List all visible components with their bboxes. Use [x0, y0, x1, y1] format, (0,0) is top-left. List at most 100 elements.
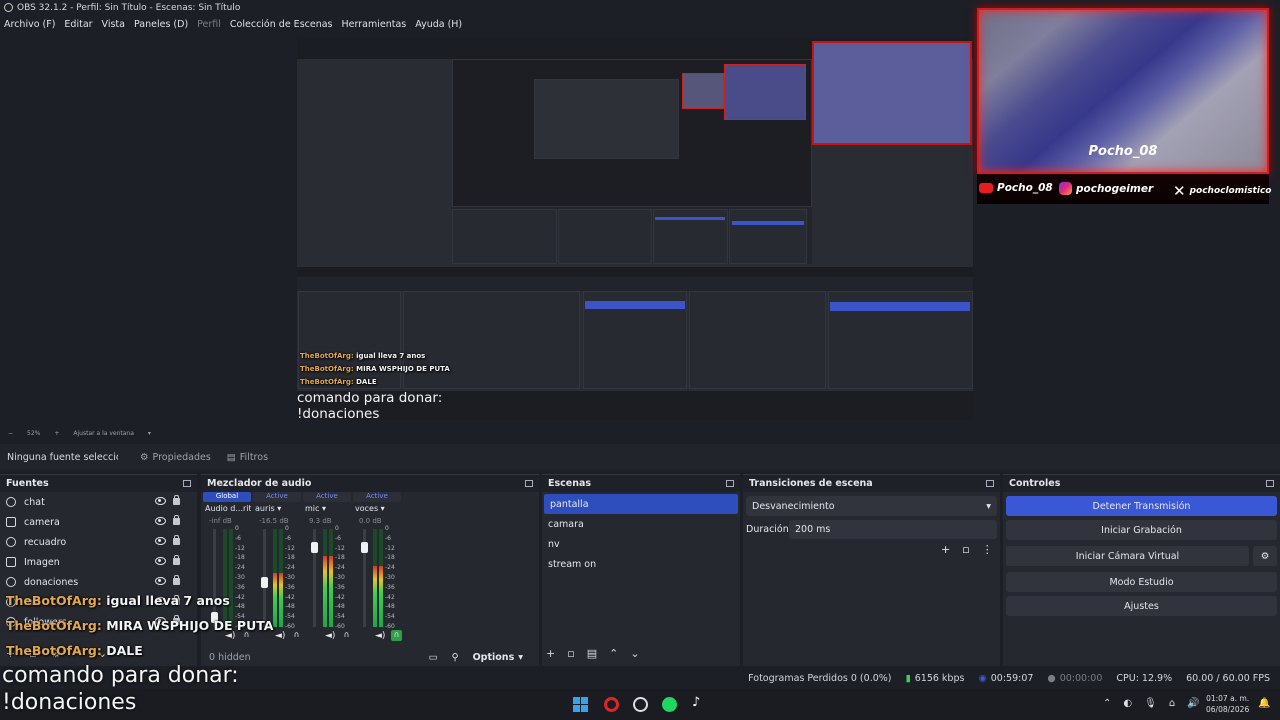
options-button[interactable]: Options — [473, 652, 515, 663]
spotify-icon[interactable] — [662, 697, 677, 712]
chevron-up-icon[interactable]: ⌃ — [1103, 698, 1111, 709]
windows-start-icon[interactable] — [573, 697, 588, 712]
source-item[interactable]: chat — [0, 492, 197, 512]
menu-editar[interactable]: Editar — [64, 19, 92, 30]
channel-name[interactable]: voces ▾ — [355, 504, 401, 513]
meter-tick: -12 — [335, 544, 345, 552]
mixer-tab[interactable]: Global — [203, 492, 251, 502]
filters-button[interactable]: ▤ Filtros — [227, 452, 268, 463]
meter-tick: -24 — [235, 564, 245, 572]
mixer-tab[interactable]: Active — [303, 492, 351, 502]
menu-perfil[interactable]: Perfil — [197, 19, 221, 30]
zoom-out-button[interactable]: − — [8, 430, 13, 437]
browser-icon — [6, 537, 16, 547]
studio-mode-button[interactable]: Modo Estudio — [1006, 572, 1277, 592]
channel-name[interactable]: mic ▾ — [305, 504, 351, 513]
more-icon[interactable]: ⋮ — [982, 543, 993, 556]
meter-tick: -24 — [285, 564, 295, 572]
opera-icon[interactable] — [604, 697, 619, 712]
menu-ayuda[interactable]: Ayuda (H) — [415, 19, 462, 30]
eye-icon[interactable] — [155, 577, 166, 585]
link-icon[interactable]: ⚲ — [452, 652, 459, 663]
scene-item[interactable]: pantalla — [544, 494, 738, 514]
menu-herramientas[interactable]: Herramientas — [342, 19, 407, 30]
volume-icon[interactable]: 🔊 — [1187, 698, 1199, 709]
speaker-icon[interactable]: ◄) — [375, 631, 385, 641]
volume-slider-handle[interactable] — [261, 576, 268, 588]
lock-icon[interactable] — [173, 495, 180, 505]
undock-icon[interactable] — [525, 480, 533, 487]
eye-icon[interactable] — [155, 517, 166, 525]
menu-paneles[interactable]: Paneles (D) — [134, 19, 188, 30]
meter-tick: -18 — [385, 554, 395, 562]
obs-icon[interactable] — [633, 697, 648, 712]
lock-icon[interactable] — [173, 575, 180, 585]
menu-vista[interactable]: Vista — [102, 19, 125, 30]
stream-preview[interactable]: TheBotOfArg: igual lleva 7 anos TheBotOf… — [297, 37, 973, 420]
undock-icon[interactable] — [726, 480, 734, 487]
tray-app-icon[interactable]: ◐ — [1123, 698, 1132, 709]
chevron-down-icon[interactable]: ⌄ — [630, 647, 639, 660]
gear-icon[interactable]: ⚙ — [1253, 546, 1277, 566]
eye-icon[interactable] — [155, 497, 166, 505]
trash-icon[interactable]: ▫ — [567, 647, 574, 660]
channel-name[interactable]: auris ▾ — [255, 504, 301, 513]
lock-icon[interactable] — [173, 535, 180, 545]
source-item[interactable]: Imagen — [0, 552, 197, 572]
source-item[interactable]: camera — [0, 512, 197, 532]
network-icon[interactable]: ⌂ — [1169, 698, 1175, 709]
speaker-icon[interactable]: ◄) — [275, 631, 285, 641]
volume-slider-handle[interactable] — [311, 542, 318, 554]
stop-streaming-button[interactable]: Detener Transmisión — [1006, 496, 1277, 516]
trash-icon[interactable]: ▫ — [962, 543, 969, 556]
speaker-icon[interactable]: ◄) — [325, 631, 335, 641]
lock-icon[interactable] — [173, 555, 180, 565]
headphones-icon[interactable]: ∩ — [341, 630, 352, 641]
transition-select[interactable]: Desvanecimiento ▾ — [746, 496, 997, 516]
start-recording-button[interactable]: Iniciar Grabación — [1006, 520, 1277, 540]
settings-button[interactable]: Ajustes — [1006, 596, 1277, 616]
scene-item[interactable]: camara — [542, 514, 740, 534]
chevron-down-icon[interactable]: ▾ — [148, 430, 151, 437]
duration-label: Duración — [746, 524, 789, 535]
headphones-icon[interactable]: ∩ — [291, 630, 302, 641]
meter-tick: -54 — [335, 613, 345, 621]
instagram-handle: pochogeimer — [1059, 182, 1153, 195]
scene-item[interactable]: nv — [542, 534, 740, 554]
eye-icon[interactable] — [155, 537, 166, 545]
source-item[interactable]: recuadro — [0, 532, 197, 552]
mic-icon[interactable]: 🎙 — [1144, 698, 1157, 709]
properties-button[interactable]: ⚙ Propiedades — [140, 452, 211, 463]
meter-tick: -54 — [385, 613, 395, 621]
headphones-icon[interactable]: ∩ — [391, 630, 402, 641]
clock[interactable]: 01:07 a. m. 06/08/2026 — [1206, 693, 1249, 715]
eye-icon[interactable] — [155, 557, 166, 565]
zoom-in-button[interactable]: + — [54, 430, 59, 437]
duration-input[interactable]: 200 ms — [789, 520, 997, 539]
undock-icon[interactable] — [986, 480, 994, 487]
meter-tick: 0 — [285, 525, 289, 532]
undock-icon[interactable] — [1266, 480, 1274, 487]
menu-coleccion[interactable]: Colección de Escenas — [230, 19, 333, 30]
chevron-up-icon[interactable]: ⌃ — [609, 647, 618, 660]
volume-slider-handle[interactable] — [361, 542, 368, 554]
add-scene-button[interactable]: + — [546, 647, 555, 660]
add-transition-button[interactable]: + — [941, 543, 950, 556]
filter-icon[interactable]: ▤ — [587, 647, 597, 660]
channel-name[interactable]: Audio d...ritorio ▾ — [205, 504, 251, 513]
mixer-tab[interactable]: Active — [253, 492, 301, 502]
menu-archivo[interactable]: Archivo (F) — [4, 19, 55, 30]
layout-icon[interactable]: ▭ — [429, 652, 438, 663]
mixer-tab[interactable]: Active — [353, 492, 401, 502]
chevron-down-icon[interactable]: ▾ — [518, 652, 523, 663]
notification-icon[interactable]: 🔔 — [1258, 698, 1270, 709]
donate-line2: !donaciones — [2, 690, 137, 715]
lock-icon[interactable] — [173, 515, 180, 525]
virtual-camera-button[interactable]: Iniciar Cámara Virtual — [1006, 546, 1249, 566]
tiktok-icon[interactable]: ♪ — [692, 695, 700, 710]
nested-transitions — [689, 291, 826, 389]
scene-item[interactable]: stream on — [542, 554, 740, 574]
fit-window-label[interactable]: Ajustar a la ventana — [73, 430, 134, 437]
undock-icon[interactable] — [183, 480, 191, 487]
channel-db: -16.5 dB — [259, 517, 289, 525]
